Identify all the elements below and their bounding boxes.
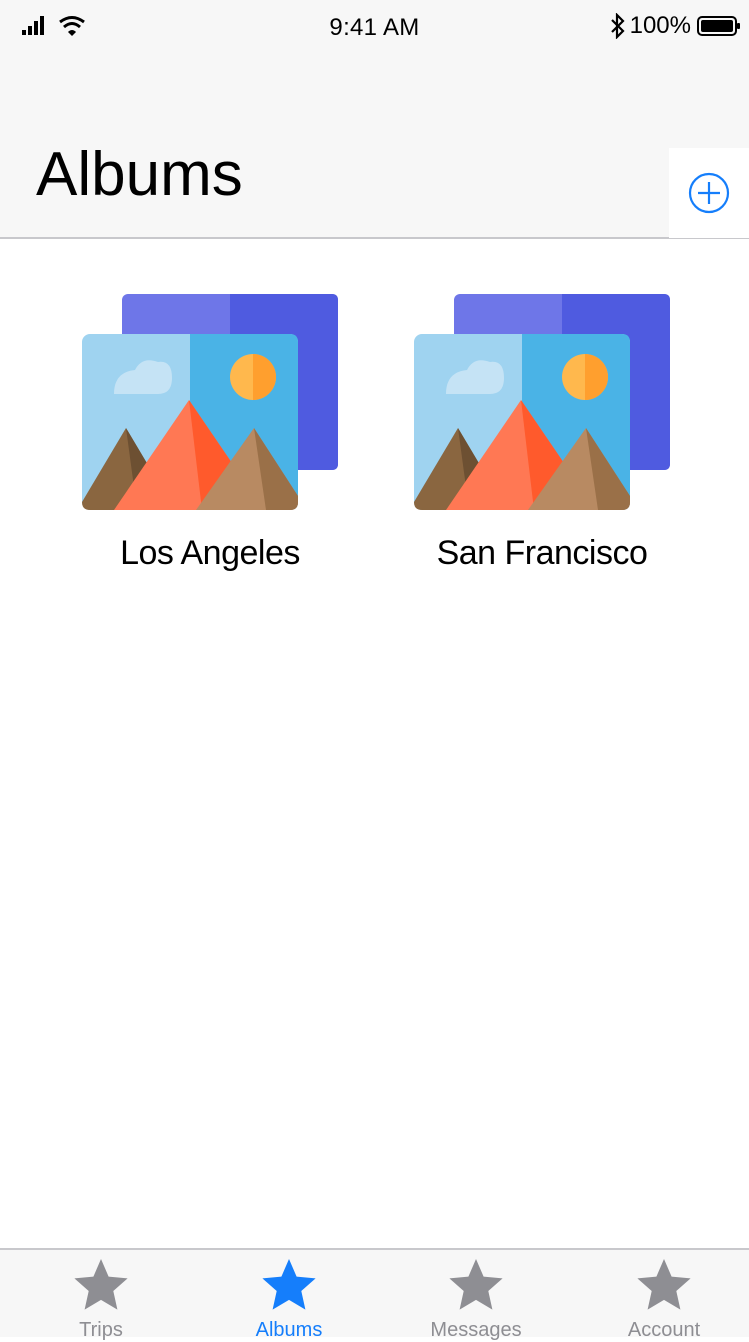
- navigation-bar: Albums: [0, 56, 749, 239]
- album-title: Los Angeles: [120, 534, 300, 572]
- star-icon: [262, 1259, 316, 1310]
- photo-stack-icon: [414, 294, 670, 510]
- tab-account[interactable]: Account: [584, 1256, 744, 1341]
- star-icon: [637, 1259, 691, 1310]
- battery-icon: [697, 16, 740, 36]
- tab-label: Albums: [255, 1319, 323, 1341]
- tab-label: Trips: [79, 1319, 123, 1341]
- photo-stack-icon: [82, 294, 338, 510]
- tab-albums[interactable]: Albums: [209, 1256, 369, 1341]
- add-album-button[interactable]: [669, 148, 749, 238]
- star-icon: [74, 1259, 128, 1310]
- status-right: 100%: [610, 12, 741, 40]
- tab-label: Account: [627, 1319, 701, 1341]
- tab-bar: Trips Albums Messages Account: [0, 1248, 749, 1341]
- status-bar: 9:41 AM 100%: [0, 0, 749, 56]
- album-title: San Francisco: [436, 534, 648, 572]
- tab-trips[interactable]: Trips: [21, 1256, 181, 1341]
- tab-label: Messages: [430, 1319, 522, 1341]
- album-card-los-angeles[interactable]: Los Angeles: [80, 292, 340, 582]
- battery-percentage: 100%: [629, 12, 691, 39]
- bluetooth-icon: [610, 13, 625, 39]
- tab-messages[interactable]: Messages: [396, 1256, 556, 1341]
- plus-circle-icon: [688, 172, 730, 214]
- page-title: Albums: [36, 140, 243, 209]
- star-icon: [449, 1259, 503, 1310]
- album-card-san-francisco[interactable]: San Francisco: [412, 292, 672, 582]
